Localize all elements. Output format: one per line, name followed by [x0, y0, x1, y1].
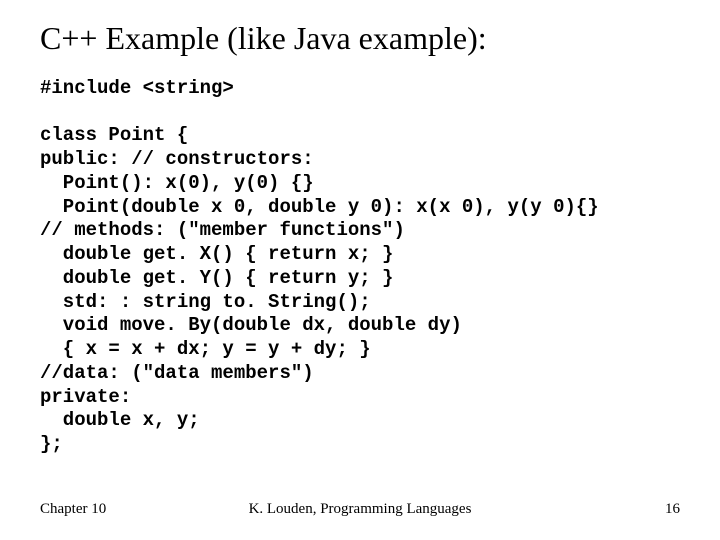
slide: C++ Example (like Java example): #includ…	[0, 0, 720, 540]
code-block: #include <string> class Point { public: …	[40, 77, 680, 457]
footer-chapter: Chapter 10	[40, 501, 106, 518]
footer: Chapter 10 K. Louden, Programming Langua…	[40, 501, 680, 518]
footer-author: K. Louden, Programming Languages	[40, 501, 680, 518]
footer-page-number: 16	[665, 501, 680, 518]
slide-title: C++ Example (like Java example):	[40, 20, 680, 57]
